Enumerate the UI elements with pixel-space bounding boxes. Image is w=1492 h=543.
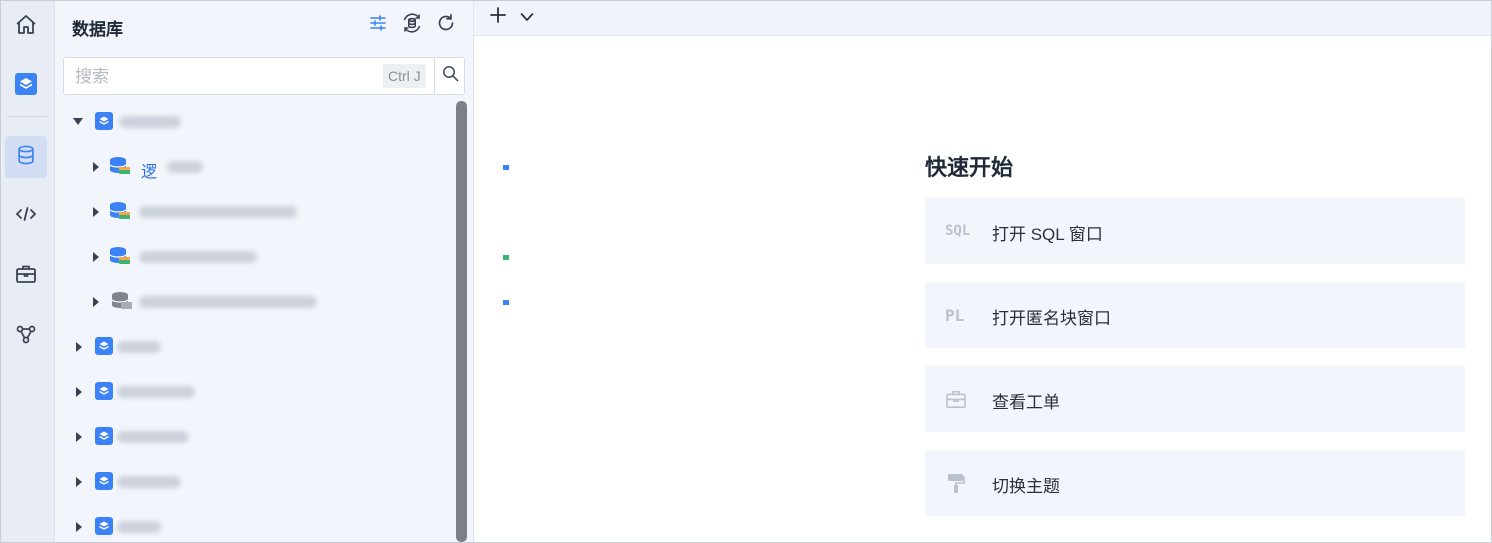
code-icon xyxy=(14,202,38,231)
redacted-label xyxy=(139,206,297,218)
workspace-icon xyxy=(95,112,113,135)
tab-dropdown-button[interactable] xyxy=(520,10,534,24)
home-icon xyxy=(14,13,38,42)
layers-icon xyxy=(14,72,38,101)
left-rail xyxy=(1,1,55,542)
open-sql-window-button[interactable]: SQL 打开 SQL 窗口 xyxy=(925,198,1465,264)
quick-start-label: 打开 SQL 窗口 xyxy=(992,225,1103,244)
filter-button[interactable] xyxy=(367,13,389,37)
redacted-label xyxy=(139,296,317,308)
redacted-label xyxy=(117,521,161,533)
shortcut-hint: Ctrl J xyxy=(383,64,426,88)
workspace-icon xyxy=(95,472,113,495)
paint-roller-icon xyxy=(945,472,977,494)
status-marker xyxy=(503,165,509,170)
status-marker xyxy=(503,255,509,260)
tree-node-workspace[interactable] xyxy=(55,459,455,504)
new-tab-button[interactable] xyxy=(489,6,509,26)
database-tree: 逻 xyxy=(55,99,509,542)
redacted-label xyxy=(117,431,189,443)
panel-title: 数据库 xyxy=(72,20,123,39)
home-button[interactable] xyxy=(5,6,47,48)
search-input[interactable] xyxy=(64,58,387,96)
flow-icon xyxy=(14,322,38,351)
open-anonymous-block-button[interactable]: PL 打开匿名块窗口 xyxy=(925,282,1465,348)
search-icon xyxy=(442,65,459,87)
tree-node-database[interactable] xyxy=(55,234,455,279)
ticket-icon xyxy=(945,388,977,410)
integration-nav-button[interactable] xyxy=(5,315,47,357)
redacted-label xyxy=(119,116,181,128)
filter-icon xyxy=(369,14,387,37)
workspace-icon xyxy=(95,517,113,540)
tree-node-database[interactable] xyxy=(55,189,455,234)
tree-node-workspace[interactable] xyxy=(55,324,455,369)
database-icon xyxy=(15,144,37,171)
expand-caret-icon[interactable] xyxy=(93,162,99,172)
briefcase-icon xyxy=(14,262,38,291)
tab-bar xyxy=(474,1,1491,36)
tree-node-workspace[interactable] xyxy=(55,504,455,542)
database-nav-button[interactable] xyxy=(5,136,47,178)
expand-caret-icon[interactable] xyxy=(76,342,82,352)
database-partial-label: 逻 xyxy=(141,164,158,181)
expand-caret-icon[interactable] xyxy=(76,522,82,532)
expand-caret-icon[interactable] xyxy=(76,432,82,442)
expand-caret-icon[interactable] xyxy=(76,477,82,487)
expand-caret-icon[interactable] xyxy=(93,297,99,307)
search-box: Ctrl J xyxy=(63,57,465,96)
workspace-button[interactable] xyxy=(5,65,47,107)
quick-start-title: 快速开始 xyxy=(925,155,1014,180)
redacted-label xyxy=(167,161,203,173)
expand-caret-icon[interactable] xyxy=(93,252,99,262)
tree-node-workspace[interactable] xyxy=(55,369,455,414)
pl-icon: PL xyxy=(945,305,965,325)
expand-caret-icon[interactable] xyxy=(93,207,99,217)
sync-button[interactable] xyxy=(401,12,423,39)
database-stack-icon xyxy=(109,246,131,271)
tree-node-workspace[interactable] xyxy=(55,99,455,144)
switch-theme-button[interactable]: 切换主题 xyxy=(925,450,1465,516)
quick-start-label: 查看工单 xyxy=(992,393,1060,412)
redacted-label xyxy=(117,341,161,353)
database-panel: 数据库 Ctrl J xyxy=(55,1,509,542)
quick-start-label: 切换主题 xyxy=(992,477,1060,496)
workspace-icon xyxy=(95,382,113,405)
sync-database-icon xyxy=(401,12,423,39)
refresh-button[interactable] xyxy=(435,13,457,37)
tree-node-database[interactable] xyxy=(55,279,455,324)
collapse-caret-icon[interactable] xyxy=(73,118,83,125)
ticket-nav-button[interactable] xyxy=(5,255,47,297)
database-stack-icon xyxy=(109,201,131,226)
database-disabled-icon xyxy=(111,291,133,316)
tree-node-database[interactable]: 逻 xyxy=(55,144,455,189)
database-stack-icon xyxy=(109,156,131,181)
tree-node-workspace[interactable] xyxy=(55,414,455,459)
quick-start-label: 打开匿名块窗口 xyxy=(992,309,1111,328)
redacted-label xyxy=(117,476,181,488)
redacted-label xyxy=(139,251,257,263)
status-marker xyxy=(503,300,509,305)
tree-scrollbar[interactable] xyxy=(456,101,467,542)
app-window: 数据库 Ctrl J xyxy=(0,0,1492,543)
search-button[interactable] xyxy=(434,58,465,94)
expand-caret-icon[interactable] xyxy=(76,387,82,397)
rail-divider xyxy=(7,116,47,117)
workspace-icon xyxy=(95,337,113,360)
workspace-icon xyxy=(95,427,113,450)
code-nav-button[interactable] xyxy=(5,195,47,237)
view-tickets-button[interactable]: 查看工单 xyxy=(925,366,1465,432)
redacted-label xyxy=(117,386,195,398)
plus-icon xyxy=(490,7,506,23)
refresh-icon xyxy=(436,13,456,38)
chevron-down-icon xyxy=(520,13,534,21)
sql-icon: SQL xyxy=(945,223,971,239)
